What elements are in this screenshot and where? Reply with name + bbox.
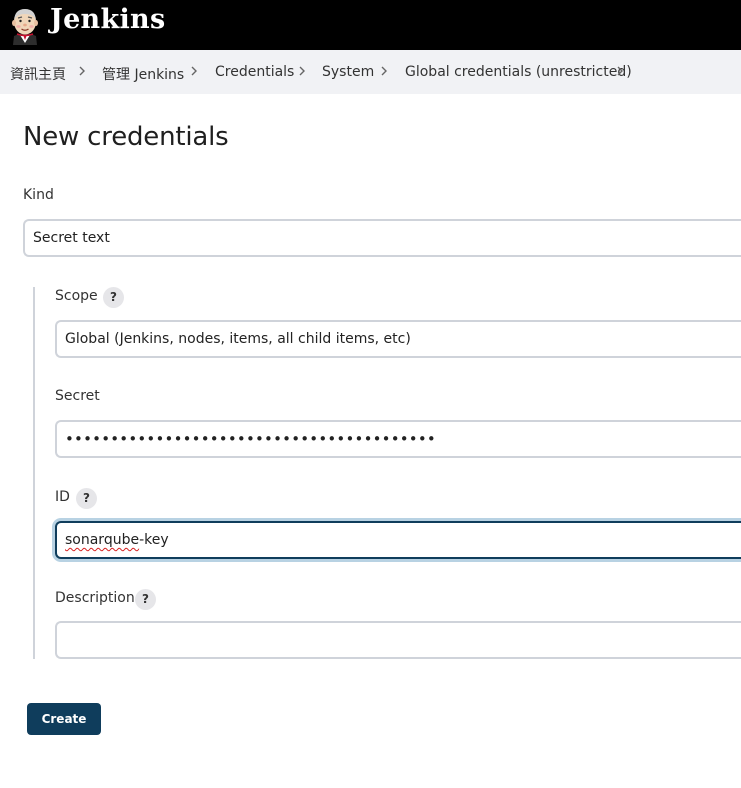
- id-input-spellcheck-word: sonarqube: [65, 532, 140, 548]
- secret-input[interactable]: ••••••••••••••••••••••••••••••••••••••••…: [55, 420, 741, 458]
- create-button[interactable]: Create: [27, 703, 101, 735]
- description-label: Description: [55, 590, 135, 606]
- chevron-right-icon: [79, 66, 85, 76]
- top-header: Jenkins: [0, 0, 741, 50]
- chevron-right-icon[interactable]: [614, 63, 626, 79]
- chevron-right-icon: [381, 66, 387, 76]
- scope-label: Scope: [55, 288, 98, 304]
- breadcrumb-item-system[interactable]: System: [322, 64, 374, 80]
- id-help-icon[interactable]: ?: [76, 488, 97, 509]
- kind-label: Kind: [23, 187, 54, 203]
- brand-name[interactable]: Jenkins: [50, 4, 165, 35]
- breadcrumb: 資訊主頁 管理 Jenkins Credentials System Globa…: [0, 50, 741, 94]
- scope-select[interactable]: Global (Jenkins, nodes, items, all child…: [55, 320, 741, 358]
- description-input[interactable]: [55, 621, 741, 659]
- page-title: New credentials: [23, 122, 229, 152]
- breadcrumb-item-dashboard[interactable]: 資訊主頁: [10, 64, 66, 84]
- chevron-right-icon: [299, 66, 305, 76]
- breadcrumb-item-global-credentials[interactable]: Global credentials (unrestricted): [405, 64, 632, 80]
- secret-label: Secret: [55, 388, 100, 404]
- breadcrumb-item-manage-jenkins[interactable]: 管理 Jenkins: [102, 64, 184, 84]
- kind-select[interactable]: Secret text: [23, 219, 741, 257]
- nested-section-rule: [33, 287, 35, 659]
- id-label: ID: [55, 489, 70, 505]
- scope-help-icon[interactable]: ?: [103, 287, 124, 308]
- breadcrumb-item-credentials[interactable]: Credentials: [215, 64, 294, 80]
- chevron-right-icon: [191, 66, 197, 76]
- id-input-value-suffix: -key: [139, 532, 169, 548]
- jenkins-butler-icon[interactable]: [8, 3, 42, 45]
- description-help-icon[interactable]: ?: [135, 589, 156, 610]
- id-input[interactable]: sonarqube-key: [55, 521, 741, 559]
